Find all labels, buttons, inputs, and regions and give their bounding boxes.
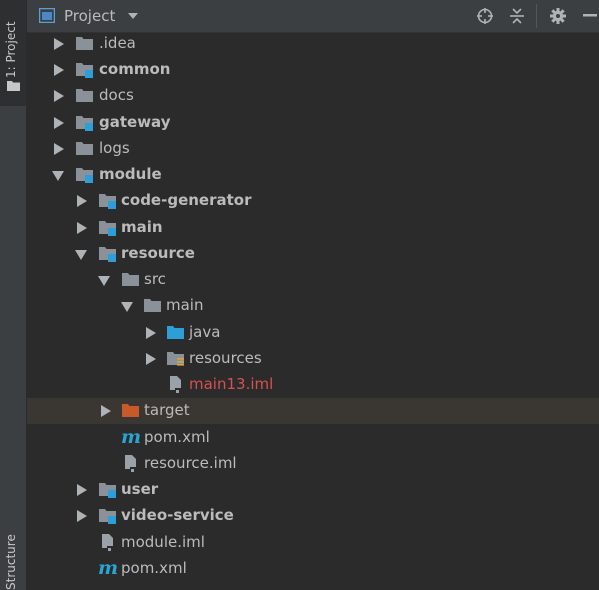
tree-item-label: pom.xml bbox=[121, 559, 187, 577]
gear-icon[interactable] bbox=[549, 7, 567, 25]
locate-icon[interactable] bbox=[476, 7, 494, 25]
chevron-right-icon[interactable] bbox=[54, 143, 64, 155]
iml-file-icon bbox=[125, 455, 136, 473]
chevron-down-icon[interactable] bbox=[128, 13, 138, 19]
tree-item-code-generator[interactable]: code-generator bbox=[27, 188, 599, 214]
tree-item-label: code-generator bbox=[121, 191, 252, 209]
module-folder-icon bbox=[76, 116, 93, 131]
tree-item-label: src bbox=[144, 270, 166, 288]
structure-tab-label[interactable]: Structure bbox=[4, 534, 18, 590]
chevron-right-icon[interactable] bbox=[54, 117, 64, 129]
tree-item-resources[interactable]: resources bbox=[27, 346, 599, 372]
chevron-right-icon[interactable] bbox=[77, 510, 87, 522]
tree-item-label: java bbox=[189, 323, 221, 341]
tree-item-main-module[interactable]: main bbox=[27, 215, 599, 241]
tree-item-label: main bbox=[166, 296, 204, 314]
tree-item-label: common bbox=[99, 60, 171, 78]
tree-item-logs[interactable]: logs bbox=[27, 136, 599, 162]
module-folder-icon bbox=[76, 168, 93, 183]
tree-item-label: docs bbox=[99, 86, 134, 104]
tree-item-pom-xml[interactable]: m pom.xml bbox=[27, 425, 599, 451]
tree-item-src[interactable]: src bbox=[27, 267, 599, 293]
chevron-right-icon[interactable] bbox=[101, 405, 111, 417]
project-toolbar: Project bbox=[27, 0, 599, 33]
tree-item-video-service[interactable]: video-service bbox=[27, 503, 599, 529]
iml-file-icon bbox=[170, 376, 181, 394]
chevron-down-icon[interactable] bbox=[52, 171, 64, 181]
collapse-all-icon[interactable] bbox=[508, 7, 526, 25]
tree-item-label: resources bbox=[189, 349, 262, 367]
chevron-right-icon[interactable] bbox=[54, 38, 64, 50]
module-folder-icon bbox=[99, 247, 116, 262]
tree-item-user[interactable]: user bbox=[27, 477, 599, 503]
folder-icon bbox=[76, 37, 93, 50]
tree-item-label: module.iml bbox=[121, 533, 205, 551]
module-folder-icon bbox=[99, 483, 116, 498]
tree-item-java[interactable]: java bbox=[27, 320, 599, 346]
folder-icon bbox=[76, 142, 93, 155]
maven-icon: m bbox=[121, 426, 142, 448]
chevron-down-icon[interactable] bbox=[121, 302, 133, 312]
tree-item-gateway[interactable]: gateway bbox=[27, 110, 599, 136]
tree-item-resource[interactable]: resource bbox=[27, 241, 599, 267]
chevron-right-icon[interactable] bbox=[77, 484, 87, 496]
chevron-right-icon[interactable] bbox=[54, 64, 64, 76]
tree-item-label: pom.xml bbox=[144, 428, 210, 446]
module-folder-icon bbox=[99, 194, 116, 209]
project-tab-label: 1: Project bbox=[4, 21, 18, 78]
iml-file-icon bbox=[102, 534, 113, 552]
project-tree: .idea common docs gateway logs module co… bbox=[27, 31, 599, 590]
folder-icon bbox=[76, 89, 93, 102]
chevron-right-icon[interactable] bbox=[77, 222, 87, 234]
tree-item-docs[interactable]: docs bbox=[27, 83, 599, 109]
view-title[interactable]: Project bbox=[64, 7, 115, 25]
tree-item-idea[interactable]: .idea bbox=[27, 31, 599, 57]
maven-icon: m bbox=[98, 557, 119, 579]
chevron-down-icon[interactable] bbox=[75, 250, 87, 260]
tree-item-module-iml[interactable]: module.iml bbox=[27, 530, 599, 556]
tree-item-label: resource bbox=[121, 244, 195, 262]
chevron-right-icon[interactable] bbox=[77, 195, 87, 207]
tree-item-label: user bbox=[121, 480, 159, 498]
chevron-right-icon[interactable] bbox=[146, 327, 156, 339]
tree-item-pom-xml-module[interactable]: m pom.xml bbox=[27, 556, 599, 582]
toolbar-separator bbox=[536, 4, 537, 28]
tree-item-main13-iml[interactable]: main13.iml bbox=[27, 372, 599, 398]
folder-icon bbox=[7, 81, 20, 91]
hide-icon[interactable] bbox=[583, 14, 597, 18]
tree-item-target[interactable]: target bbox=[27, 398, 599, 424]
tree-item-label: logs bbox=[99, 139, 130, 157]
tree-item-label: gateway bbox=[99, 113, 171, 131]
tree-item-label: main bbox=[121, 218, 163, 236]
resources-folder-icon bbox=[167, 352, 184, 366]
tool-window-stripe: 1: Project Structure bbox=[0, 0, 27, 590]
folder-icon bbox=[144, 299, 161, 312]
module-folder-icon bbox=[99, 221, 116, 236]
source-folder-icon bbox=[167, 326, 184, 339]
tree-item-label: .idea bbox=[99, 34, 136, 52]
chevron-right-icon[interactable] bbox=[146, 353, 156, 365]
tree-item-main-folder[interactable]: main bbox=[27, 293, 599, 319]
folder-icon bbox=[122, 273, 139, 286]
module-folder-icon bbox=[76, 63, 93, 78]
chevron-down-icon[interactable] bbox=[98, 276, 110, 286]
project-view-icon bbox=[39, 8, 55, 23]
tree-item-label: target bbox=[144, 401, 190, 419]
tree-item-module[interactable]: module bbox=[27, 162, 599, 188]
chevron-right-icon[interactable] bbox=[54, 90, 64, 102]
excluded-folder-icon bbox=[122, 404, 139, 417]
tree-item-common[interactable]: common bbox=[27, 57, 599, 83]
project-tool-tab[interactable]: 1: Project bbox=[0, 0, 26, 106]
tree-item-label: resource.iml bbox=[144, 454, 237, 472]
module-folder-icon bbox=[99, 509, 116, 524]
tree-item-label: main13.iml bbox=[189, 375, 274, 393]
tree-item-label: module bbox=[99, 165, 162, 183]
tree-item-resource-iml[interactable]: resource.iml bbox=[27, 451, 599, 477]
tree-item-label: video-service bbox=[121, 506, 234, 524]
